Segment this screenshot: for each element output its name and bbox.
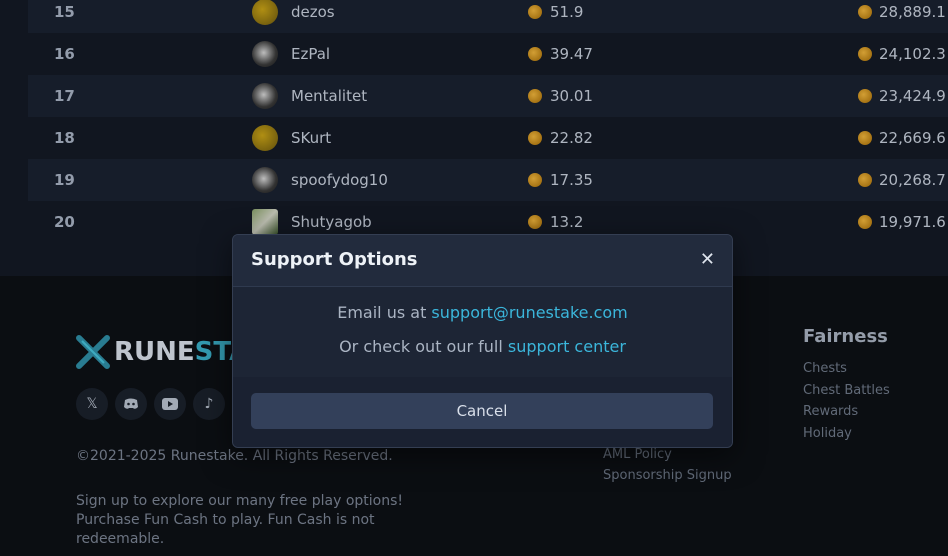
email-prefix: Email us at <box>337 303 432 322</box>
support-prefix: Or check out our full <box>339 337 508 356</box>
email-line: Email us at support@runestake.com <box>233 303 732 322</box>
support-center-link[interactable]: support center <box>508 337 626 356</box>
support-options-modal: Support Options ✕ Email us at support@ru… <box>232 234 733 448</box>
support-email-link[interactable]: support@runestake.com <box>431 303 627 322</box>
modal-body: Email us at support@runestake.com Or che… <box>233 287 732 377</box>
close-icon[interactable]: ✕ <box>700 249 715 270</box>
modal-header: Support Options ✕ <box>233 235 732 287</box>
support-center-line: Or check out our full support center <box>233 337 732 356</box>
page: 15 dezos 51.9 28,889.1 16 EzPal 39.47 24… <box>0 0 948 556</box>
modal-footer: Cancel <box>233 377 732 447</box>
modal-title: Support Options <box>251 249 418 270</box>
cancel-button[interactable]: Cancel <box>251 393 713 429</box>
